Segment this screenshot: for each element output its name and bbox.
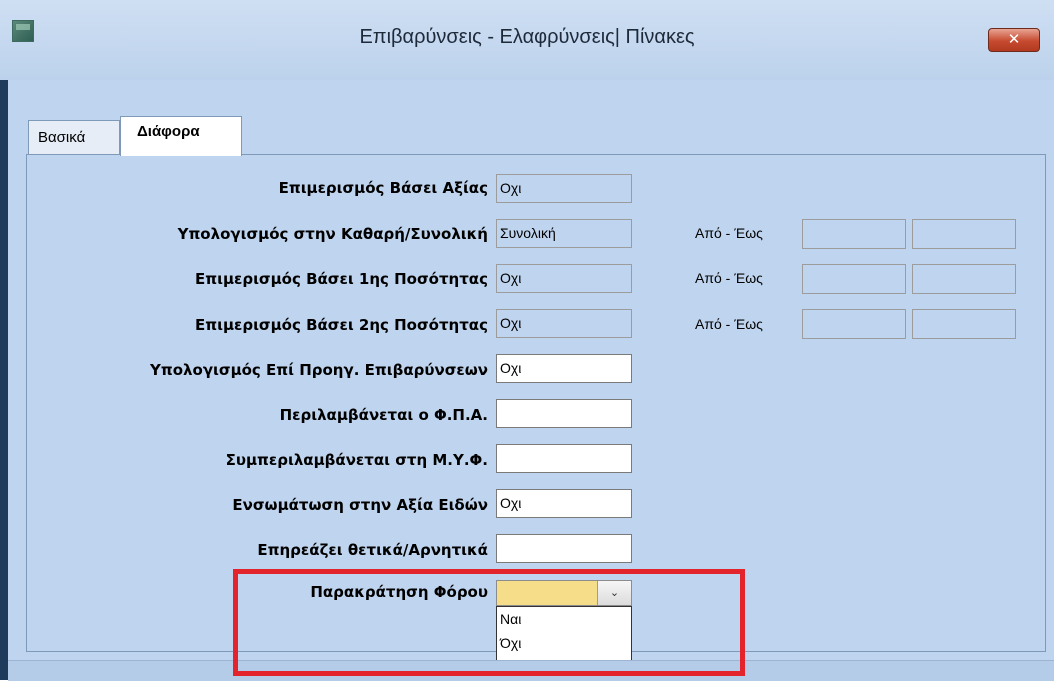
tab-basics[interactable]: Βασικά [28, 120, 120, 155]
range-to-row2[interactable] [912, 219, 1016, 249]
label-calc-on-previous-charges: Υπολογισμός Επί Προηγ. Επιβαρύνσεων [150, 361, 488, 379]
label-allocation-by-value: Επιμερισμός Βάσει Αξίας [278, 179, 488, 197]
label-embed-in-item-value: Ενσωμάτωση στην Αξία Ειδών [232, 496, 488, 514]
window-left-edge [0, 80, 8, 680]
close-button[interactable]: ✕ [988, 28, 1040, 52]
label-net-total-calculation: Υπολογισμός στην Καθαρή/Συνολική [177, 225, 488, 243]
label-included-in-myf: Συμπεριλαμβάνεται στη Μ.Υ.Φ. [225, 451, 488, 469]
field-includes-vat[interactable] [496, 399, 632, 428]
field-included-in-myf[interactable] [496, 444, 632, 473]
range-from-row3[interactable] [802, 264, 906, 294]
field-embed-in-item-value[interactable]: Οχι [496, 489, 632, 518]
field-positive-negative-effect[interactable] [496, 534, 632, 563]
range-to-row3[interactable] [912, 264, 1016, 294]
highlight-annotation [233, 569, 745, 676]
range-from-row4[interactable] [802, 309, 906, 339]
field-allocation-by-value[interactable]: Οχι [496, 174, 632, 203]
range-to-row4[interactable] [912, 309, 1016, 339]
field-net-total-calculation[interactable]: Συνολική [496, 219, 632, 248]
range-label-row4: Από - Έως [695, 316, 763, 332]
label-allocation-qty1: Επιμερισμός Βάσει 1ης Ποσότητας [195, 270, 488, 288]
field-calc-on-previous-charges[interactable]: Οχι [496, 354, 632, 383]
range-label-row2: Από - Έως [695, 225, 763, 241]
dialog-window: Επιβαρύνσεις - Ελαφρύνσεις| Πίνακες ✕ Βα… [0, 0, 1054, 681]
range-label-row3: Από - Έως [695, 270, 763, 286]
window-title: Επιβαρύνσεις - Ελαφρύνσεις| Πίνακες [359, 26, 695, 48]
label-includes-vat: Περιλαμβάνεται ο Φ.Π.Α. [279, 406, 488, 424]
field-allocation-qty2[interactable]: Οχι [496, 309, 632, 338]
title-bar: Επιβαρύνσεις - Ελαφρύνσεις| Πίνακες ✕ [0, 0, 1054, 80]
range-from-row2[interactable] [802, 219, 906, 249]
label-positive-negative-effect: Επηρεάζει θετικά/Αρνητικά [257, 541, 488, 559]
tab-misc[interactable]: Διάφορα [120, 116, 242, 156]
field-allocation-qty1[interactable]: Οχι [496, 264, 632, 293]
label-allocation-qty2: Επιμερισμός Βάσει 2ης Ποσότητας [195, 316, 488, 334]
